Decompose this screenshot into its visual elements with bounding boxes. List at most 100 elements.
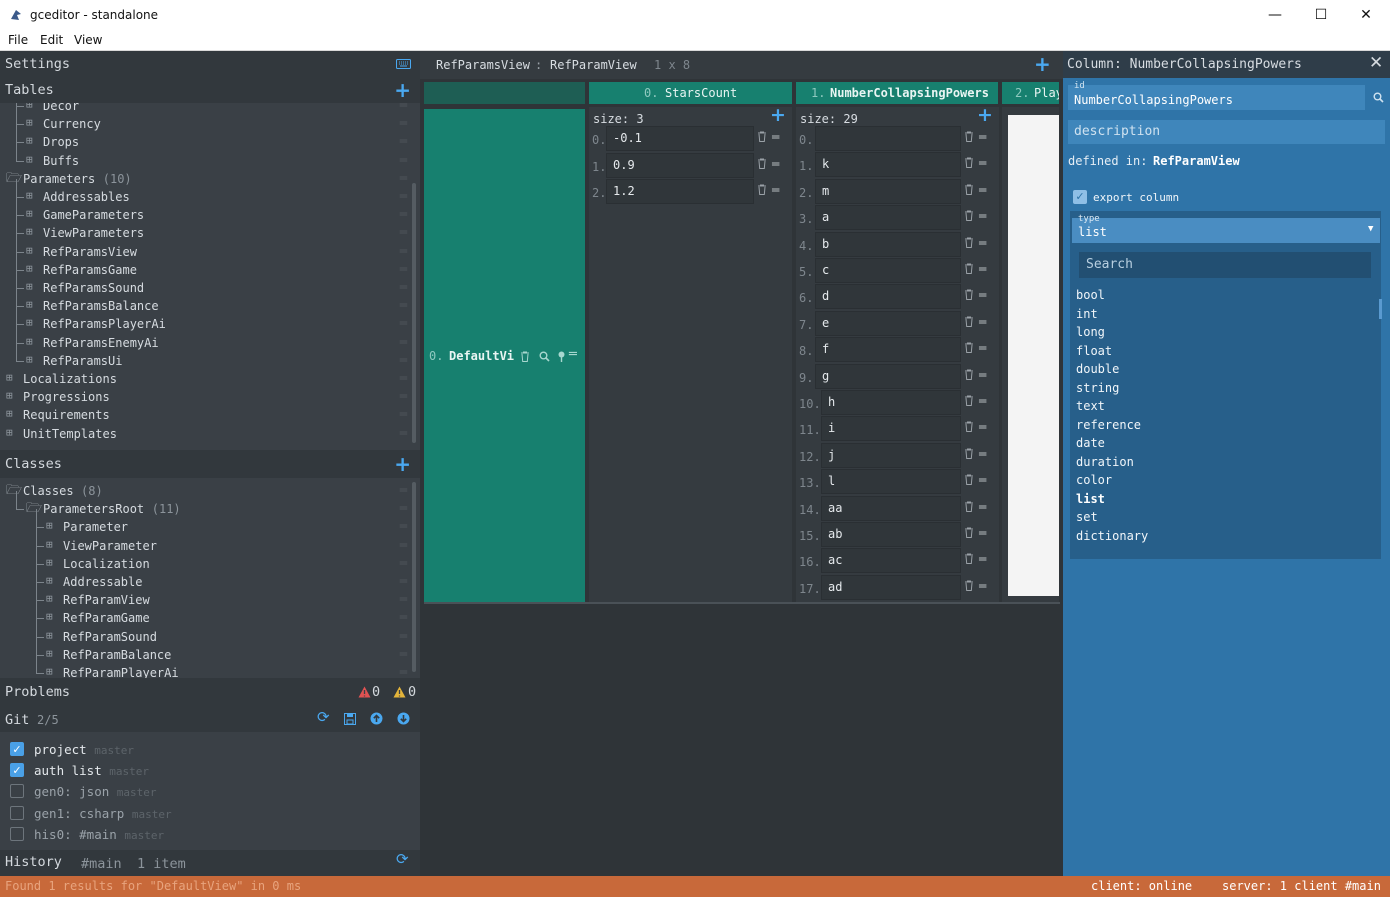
list-item-value[interactable]: l (821, 469, 961, 495)
type-option[interactable]: dictionary (1076, 529, 1376, 548)
list-item-value[interactable]: aa (821, 495, 961, 521)
drag-handle-icon[interactable]: ═ (400, 103, 407, 112)
keyboard-icon[interactable] (396, 59, 411, 69)
drag-handle-icon[interactable]: ═ (979, 156, 986, 170)
tree-item[interactable]: ⊞ RefParamBalance ═ (0, 636, 415, 664)
pin-icon[interactable] (557, 351, 566, 362)
git-repo-checkbox[interactable] (10, 805, 24, 820)
add-numbercollapsingpowers-item-button[interactable]: + (977, 107, 993, 126)
tree-item[interactable]: ⊞ UnitTemplates ═ (0, 425, 415, 443)
git-repo-row[interactable]: gen0: json master (0, 782, 420, 803)
delete-item-icon[interactable] (964, 369, 974, 383)
drag-handle-icon[interactable]: ═ (400, 207, 407, 221)
tree-item[interactable]: ⊞ Localization ═ (0, 545, 415, 573)
drag-handle-icon[interactable]: ═ (400, 298, 407, 312)
drag-handle-icon[interactable]: ═ (979, 262, 986, 276)
id-field[interactable]: id NumberCollapsingPowers (1068, 81, 1365, 110)
delete-row-icon[interactable] (520, 351, 530, 362)
drag-handle-icon[interactable]: ═ (772, 130, 779, 144)
tree-item[interactable]: ⊞ Currency ═ (0, 106, 415, 133)
add-table-button[interactable]: + (394, 78, 411, 102)
column-header-starscount[interactable]: 0. StarsCount (589, 82, 792, 104)
tree-folder[interactable]: 🗁 ParametersRoot (11) ═ (0, 491, 415, 518)
list-item-value[interactable]: c (815, 258, 961, 283)
drag-handle-icon[interactable]: ═ (400, 389, 407, 403)
drag-handle-icon[interactable]: ═ (400, 335, 407, 349)
drag-handle-icon[interactable]: ═ (979, 183, 986, 197)
tree-item[interactable]: ⊞ Localizations ═ (0, 370, 415, 388)
drag-handle-icon[interactable]: ═ (979, 209, 986, 223)
delete-item-icon[interactable] (964, 501, 974, 515)
tree-item[interactable]: ⊞ RefParamsEnemyAi ═ (0, 324, 415, 352)
delete-item-icon[interactable] (964, 342, 974, 356)
delete-item-icon[interactable] (964, 263, 974, 277)
tree-folder[interactable]: 🗁 Parameters (10) ═ (0, 170, 415, 188)
tree-item[interactable]: ⊞ Decor ═ (0, 103, 415, 115)
column-header-play[interactable]: 2. Play (1002, 82, 1059, 104)
list-item-value[interactable]: f (815, 337, 961, 363)
drag-handle-icon[interactable]: ═ (772, 157, 779, 171)
tree-folder[interactable]: 🗁 Classes (8) ═ (0, 482, 415, 500)
type-option[interactable]: reference (1076, 418, 1376, 437)
tree-item[interactable]: ⊞ Parameter ═ (0, 509, 415, 536)
delete-item-icon[interactable] (757, 184, 767, 198)
list-item-value[interactable]: ad (821, 574, 961, 600)
tree-item[interactable]: ⊞ Buffs ═ (0, 142, 415, 170)
tree-item[interactable]: ⊞ ViewParameters ═ (0, 215, 415, 242)
git-repo-row[interactable]: his0: #main master (0, 825, 420, 846)
drag-handle-icon[interactable]: ═ (400, 280, 407, 294)
list-item-value[interactable] (815, 126, 961, 151)
delete-item-icon[interactable] (964, 289, 974, 303)
drag-handle-icon[interactable]: ═ (400, 556, 407, 570)
drag-handle-icon[interactable]: ═ (400, 371, 407, 385)
tree-item[interactable]: ⊞ RefParamsPlayerAi ═ (0, 306, 415, 333)
tree-item[interactable]: ⊞ RefParamPlayerAi ═ (0, 655, 415, 678)
type-option[interactable]: long (1076, 325, 1376, 344)
delete-item-icon[interactable] (964, 448, 974, 462)
drag-handle-icon[interactable]: ═ (400, 574, 407, 588)
row-drag-handle[interactable]: ═ (569, 347, 577, 362)
list-item-value[interactable]: a (815, 205, 961, 231)
add-starscount-item-button[interactable]: + (770, 104, 786, 126)
tree-item[interactable]: ⊞ ViewParameter ═ (0, 527, 415, 555)
list-item-value[interactable]: i (821, 416, 961, 442)
drag-handle-icon[interactable]: ═ (979, 447, 986, 461)
git-pull-icon[interactable] (397, 712, 410, 725)
type-option[interactable]: text (1076, 399, 1376, 418)
minimize-button[interactable]: — (1252, 0, 1298, 30)
drag-handle-icon[interactable]: ═ (979, 341, 986, 355)
type-list-scrollbar[interactable] (1379, 299, 1382, 319)
tree-item[interactable]: ⊞ RefParamGame ═ (0, 600, 415, 627)
tree-item[interactable]: ⊞ GameParameters ═ (0, 197, 415, 224)
delete-item-icon[interactable] (964, 316, 974, 330)
delete-item-icon[interactable] (964, 474, 974, 488)
drag-handle-icon[interactable]: ═ (979, 288, 986, 302)
tree-item[interactable]: ⊞ RefParamsSound ═ (0, 270, 415, 297)
drag-handle-icon[interactable]: ═ (400, 538, 407, 552)
settings-header[interactable]: Settings (0, 51, 420, 77)
tree-item[interactable]: ⊞ RefParamsGame ═ (0, 251, 415, 279)
drag-handle-icon[interactable]: ═ (400, 316, 407, 330)
drag-handle-icon[interactable]: ═ (400, 610, 407, 624)
drag-handle-icon[interactable]: ═ (400, 353, 407, 367)
drag-handle-icon[interactable]: ═ (979, 315, 986, 329)
drag-handle-icon[interactable]: ═ (400, 592, 407, 606)
type-option[interactable]: bool (1076, 288, 1376, 307)
git-push-icon[interactable] (370, 712, 383, 725)
drag-handle-icon[interactable]: ═ (400, 501, 407, 515)
list-item-value[interactable]: ab (821, 522, 961, 547)
tree-item[interactable]: ⊞ Drops ═ (0, 124, 415, 151)
search-icon[interactable] (539, 351, 550, 362)
delete-item-icon[interactable] (964, 184, 974, 198)
tree-item[interactable]: ⊞ RefParamsBalance ═ (0, 288, 415, 315)
list-item-value[interactable]: ac (821, 548, 961, 574)
delete-item-icon[interactable] (964, 580, 974, 594)
delete-item-icon[interactable] (964, 527, 974, 541)
drag-handle-icon[interactable]: ═ (979, 368, 986, 382)
delete-item-icon[interactable] (757, 131, 767, 145)
tree-item[interactable]: ⊞ RefParamSound ═ (0, 618, 415, 646)
drag-handle-icon[interactable]: ═ (979, 526, 986, 540)
drag-handle-icon[interactable]: ═ (400, 262, 407, 276)
menu-file[interactable]: File (8, 33, 28, 47)
drag-handle-icon[interactable]: ═ (979, 579, 986, 593)
